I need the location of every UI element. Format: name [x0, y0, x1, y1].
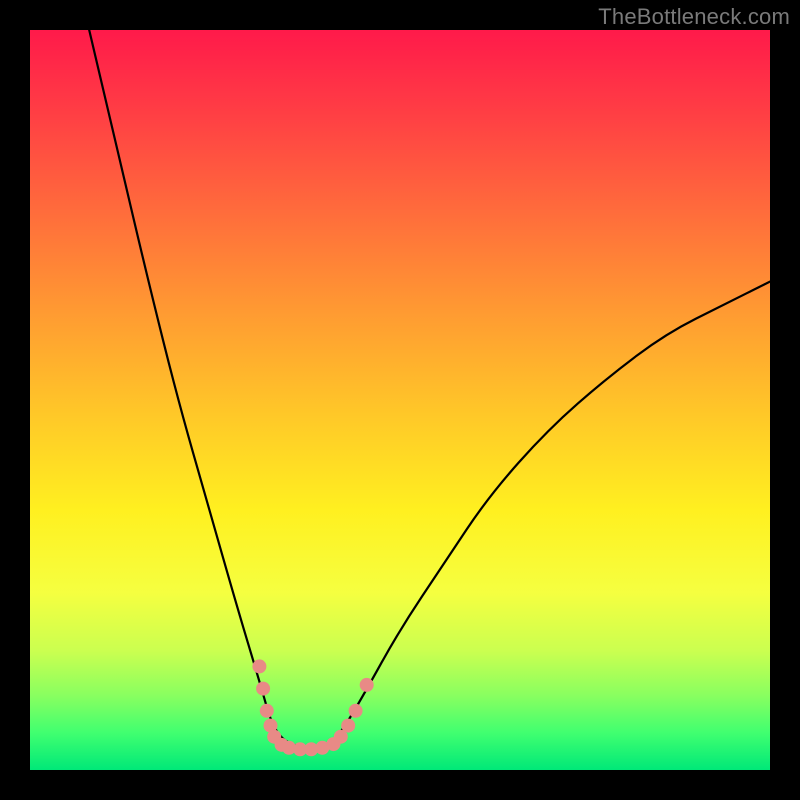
curve-marker: [341, 719, 355, 733]
curve-marker: [349, 704, 363, 718]
curve-markers: [252, 659, 373, 756]
curve-marker: [360, 678, 374, 692]
curve-marker: [252, 659, 266, 673]
bottleneck-curve-svg: [30, 30, 770, 770]
bottleneck-curve-path: [89, 30, 770, 748]
curve-marker: [260, 704, 274, 718]
watermark-text: TheBottleneck.com: [598, 4, 790, 30]
chart-frame: TheBottleneck.com: [0, 0, 800, 800]
plot-area: [30, 30, 770, 770]
curve-marker: [256, 682, 270, 696]
